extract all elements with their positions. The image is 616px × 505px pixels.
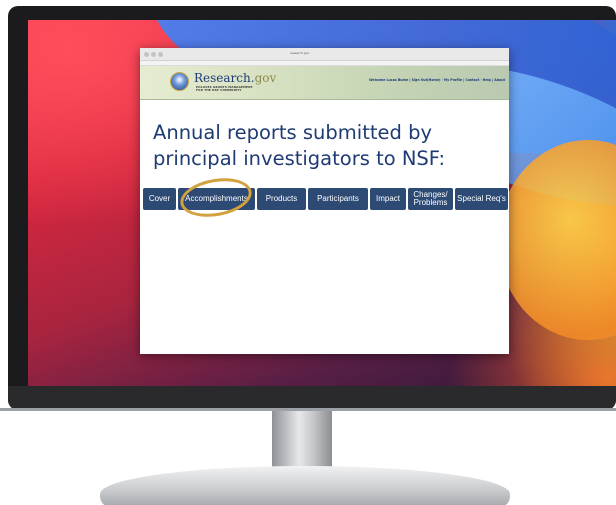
- tab-impact[interactable]: Impact: [370, 188, 406, 210]
- header-links[interactable]: Welcome Lucas Burke | Sign Out(Home) · M…: [369, 78, 505, 82]
- tab-changes-problems[interactable]: Changes/ Problems: [408, 188, 453, 210]
- monitor-stand-base: [100, 466, 510, 505]
- monitor-bezel: [8, 386, 616, 410]
- tab-special-reqs[interactable]: Special Req's: [455, 188, 508, 210]
- monitor-stand-neck: [272, 411, 332, 471]
- zoom-window-icon[interactable]: [158, 51, 163, 57]
- site-logo[interactable]: Research.gov: [194, 71, 276, 85]
- tab-products[interactable]: Products: [257, 188, 306, 210]
- page-title: Annual reports submitted by principal in…: [153, 121, 446, 170]
- nsf-seal-icon: [170, 72, 189, 91]
- site-banner: Research.gov POLICIES GRANTS MANAGEMENT …: [140, 66, 509, 100]
- logo-tagline: POLICIES GRANTS MANAGEMENT FOR THE NSF C…: [196, 85, 253, 93]
- minimize-window-icon[interactable]: [151, 51, 156, 57]
- tab-participants[interactable]: Participants: [308, 188, 368, 210]
- address-bar[interactable]: research.gov: [290, 51, 309, 55]
- tab-cover[interactable]: Cover: [143, 188, 176, 210]
- browser-toolbar: research.gov: [140, 48, 509, 61]
- close-window-icon[interactable]: [144, 51, 149, 57]
